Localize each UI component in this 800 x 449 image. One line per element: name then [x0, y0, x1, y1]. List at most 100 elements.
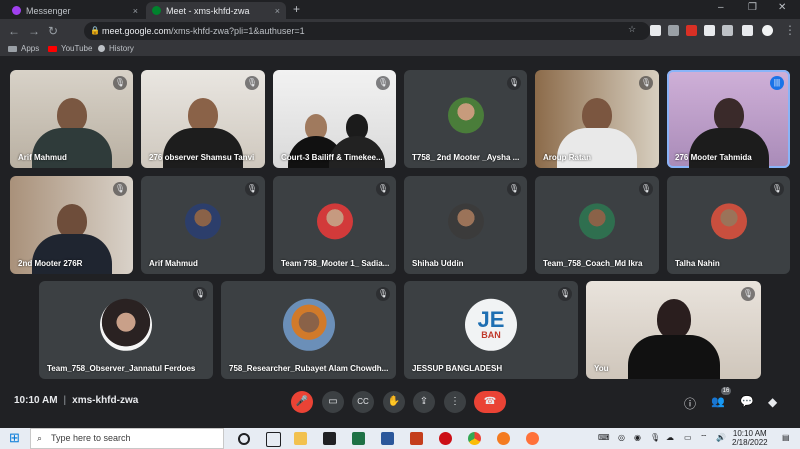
task-view-icon[interactable] — [266, 432, 281, 447]
keyboard-icon[interactable]: ⌨ — [598, 433, 610, 442]
participant-tile[interactable]: JE BAN 🎙 JESSUP BANGLADESH — [404, 281, 578, 379]
minimize-button[interactable]: – — [718, 2, 724, 13]
bookmark-label: Apps — [21, 44, 40, 53]
url-bar[interactable]: 🔒 meet.google.com/xms-khfd-zwa?pli=1&aut… — [84, 22, 650, 40]
participant-tile-active[interactable]: ||| 276 Mooter Tahmida — [667, 70, 790, 168]
clock-time: 10:10 AM — [732, 429, 767, 438]
raise-hand-button[interactable]: ✋ — [383, 391, 405, 413]
participant-name: Arif Mahmud — [18, 153, 67, 162]
windows-start-icon[interactable]: ⊞ — [9, 430, 20, 446]
meeting-details: 10:10 AM | xms-khfd-zwa — [14, 395, 138, 406]
app-icon[interactable] — [526, 432, 539, 445]
notifications-icon[interactable]: ▤ — [782, 433, 790, 442]
mic-off-icon: 🎙 — [245, 182, 259, 196]
excel-icon[interactable] — [352, 432, 365, 445]
participant-avatar — [185, 203, 221, 240]
powerpoint-icon[interactable] — [410, 432, 423, 445]
close-icon[interactable]: × — [275, 6, 280, 16]
taskbar-search-box[interactable]: ⌕ Type here to search — [30, 428, 224, 449]
separator: | — [63, 395, 67, 406]
participant-tile[interactable]: 🎙 Aroup Ratan — [535, 70, 659, 168]
present-button[interactable]: ⇪ — [413, 391, 435, 413]
mic-toggle-button[interactable]: 🎤 — [291, 391, 313, 413]
participant-name: 2nd Mooter 276R — [18, 259, 83, 268]
participant-tile[interactable]: 🎙 Team_758_Coach_Md Ikra — [535, 176, 659, 274]
tab-messenger[interactable]: Messenger × — [6, 2, 144, 19]
new-tab-button[interactable]: + — [293, 2, 300, 16]
mic-off-icon: 🎙 — [507, 182, 521, 196]
taskbar-clock[interactable]: 10:10 AM 2/18/2022 — [732, 429, 768, 447]
participant-tile[interactable]: 🎙 758_Researcher_Rubayet Alam Chowdh... — [221, 281, 396, 379]
wifi-icon[interactable]: ⌔ — [700, 433, 708, 443]
activities-icon[interactable]: ◆ — [768, 395, 777, 409]
back-icon[interactable]: ← — [8, 24, 20, 38]
cloud-icon[interactable]: ☁ — [666, 433, 674, 442]
chrome-icon[interactable] — [468, 432, 481, 445]
opera-icon[interactable] — [439, 432, 452, 445]
participant-tile[interactable]: 🎙 Team_758_Observer_Jannatul Ferdoes — [39, 281, 213, 379]
location-icon[interactable]: ◎ — [618, 433, 625, 442]
profile-avatar-icon[interactable] — [762, 25, 773, 36]
extension-icon[interactable] — [650, 25, 661, 36]
file-explorer-icon[interactable] — [294, 432, 307, 445]
participant-name: 276 observer Shamsu Tanvi — [149, 153, 255, 162]
star-icon[interactable]: ☆ — [628, 24, 636, 35]
participant-avatar — [100, 298, 152, 351]
participant-tile[interactable]: 🎙 Arif Mahmud — [10, 70, 133, 168]
history-icon — [98, 45, 105, 52]
participant-name: Team_758_Coach_Md Ikra — [543, 259, 643, 268]
participant-tile[interactable]: 🎙 Arif Mahmud — [141, 176, 265, 274]
participant-name: Team_758_Observer_Jannatul Ferdoes — [47, 364, 196, 373]
chat-icon[interactable]: 💬 — [740, 395, 754, 408]
tray-app-icon[interactable]: ◉ — [634, 433, 641, 442]
meeting-info-icon[interactable]: ⓘ — [684, 395, 696, 412]
puzzle-icon[interactable] — [722, 25, 733, 36]
speaking-indicator-icon: ||| — [770, 76, 784, 90]
participant-tile[interactable]: 🎙 Talha Nahin — [667, 176, 790, 274]
more-options-button[interactable]: ⋮ — [444, 391, 466, 413]
mic-off-icon: 🎙 — [770, 182, 784, 196]
bookmarks-bar: Apps YouTube History — [0, 43, 800, 56]
participant-avatar — [282, 298, 335, 351]
extension-icon[interactable] — [704, 25, 715, 36]
mic-tray-icon[interactable]: 🎙 — [650, 433, 660, 442]
leave-call-button[interactable]: ☎ — [474, 391, 506, 413]
reload-icon[interactable]: ↻ — [48, 24, 58, 38]
jessup-logo: JE BAN — [465, 298, 517, 351]
people-icon[interactable]: 👥 — [711, 395, 725, 408]
participant-tile-self[interactable]: 🎙 You — [586, 281, 761, 379]
tab-meet[interactable]: Meet - xms-khfd-zwa × — [146, 2, 286, 19]
maximize-button[interactable]: ❐ — [748, 2, 757, 13]
battery-icon[interactable]: ▭ — [684, 433, 692, 442]
extension-icon[interactable] — [668, 25, 679, 36]
word-icon[interactable] — [381, 432, 394, 445]
forward-icon[interactable]: → — [28, 24, 40, 38]
participant-tile[interactable]: 🎙 2nd Mooter 276R — [10, 176, 133, 274]
cortana-icon[interactable] — [238, 433, 250, 445]
close-icon[interactable]: × — [133, 6, 138, 16]
bookmark-history[interactable]: History — [98, 44, 134, 53]
participant-video — [627, 299, 720, 379]
participant-tile[interactable]: 🎙 Shihab Uddin — [404, 176, 527, 274]
store-icon[interactable] — [323, 432, 336, 445]
participant-name: You — [594, 364, 609, 373]
camera-toggle-button[interactable]: ▭ — [322, 391, 344, 413]
bookmark-youtube[interactable]: YouTube — [48, 44, 92, 53]
volume-icon[interactable]: 🔊 — [716, 433, 726, 442]
close-window-button[interactable]: ✕ — [778, 2, 786, 13]
mic-off-icon: 🎙 — [376, 76, 390, 90]
participant-tile[interactable]: 🎙 T758_ 2nd Mooter _Aysha ... — [404, 70, 527, 168]
clock-date: 2/18/2022 — [732, 438, 768, 447]
menu-dots-icon[interactable]: ⋮ — [784, 23, 796, 37]
media-icon[interactable] — [742, 25, 753, 36]
participant-tile[interactable]: 🎙 Team 758_Mooter 1_ Sadia... — [273, 176, 396, 274]
logo-text: JE — [477, 306, 505, 332]
participant-tile[interactable]: 🎙 Court-3 Bailiff & Timekee... — [273, 70, 396, 168]
captions-button[interactable]: CC — [352, 391, 374, 413]
bookmark-apps[interactable]: Apps — [8, 44, 39, 53]
tab-title: Meet - xms-khfd-zwa — [166, 5, 250, 16]
browser-app-icon[interactable] — [497, 432, 510, 445]
extension-icon[interactable] — [686, 25, 697, 36]
logo-subtext: BAN — [481, 329, 501, 340]
participant-tile[interactable]: 🎙 276 observer Shamsu Tanvi — [141, 70, 265, 168]
